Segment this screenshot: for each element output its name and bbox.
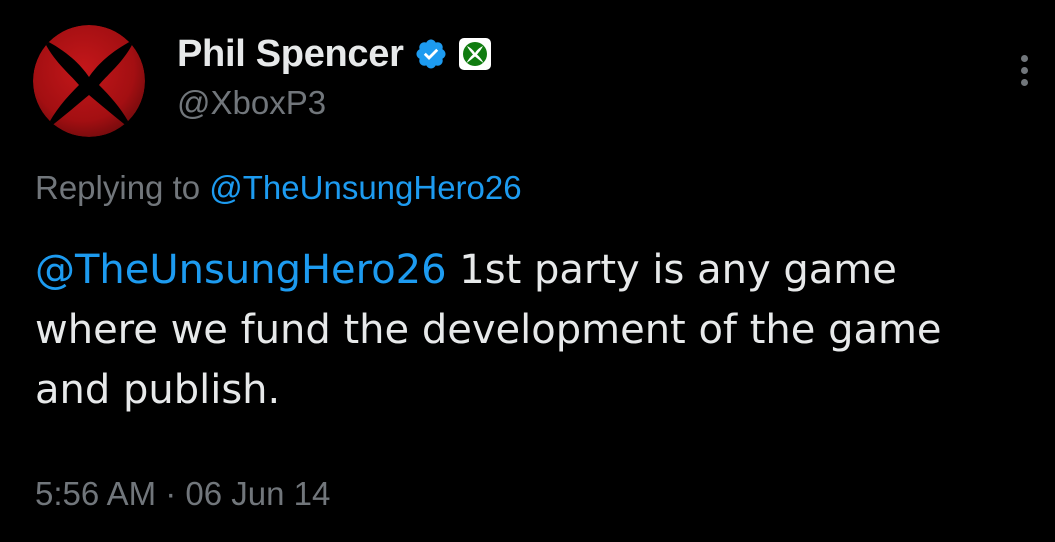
more-dot bbox=[1020, 66, 1028, 74]
author-name-row: Phil Spencer bbox=[177, 30, 492, 78]
more-dot bbox=[1020, 78, 1028, 86]
replying-to-line: Replying to @TheUnsungHero26 bbox=[35, 166, 522, 210]
replying-to-mention-link[interactable]: @TheUnsungHero26 bbox=[209, 169, 521, 206]
xbox-affiliate-badge-icon[interactable] bbox=[458, 37, 492, 71]
more-options-icon[interactable] bbox=[1010, 48, 1038, 92]
tweet-text: @TheUnsungHero26 1st party is any game w… bbox=[35, 240, 1025, 420]
more-dot bbox=[1020, 54, 1028, 62]
replying-to-label: Replying to bbox=[35, 169, 210, 206]
tweet-timestamp[interactable]: 5:56 AM · 06 Jun 14 bbox=[35, 472, 330, 516]
avatar[interactable] bbox=[33, 25, 145, 137]
author-handle[interactable]: @XboxP3 bbox=[177, 82, 326, 124]
tweet-mention-link[interactable]: @TheUnsungHero26 bbox=[35, 247, 447, 293]
author-display-name[interactable]: Phil Spencer bbox=[177, 30, 404, 78]
xbox-logo-icon bbox=[33, 25, 145, 137]
verified-badge-icon[interactable] bbox=[414, 37, 448, 71]
